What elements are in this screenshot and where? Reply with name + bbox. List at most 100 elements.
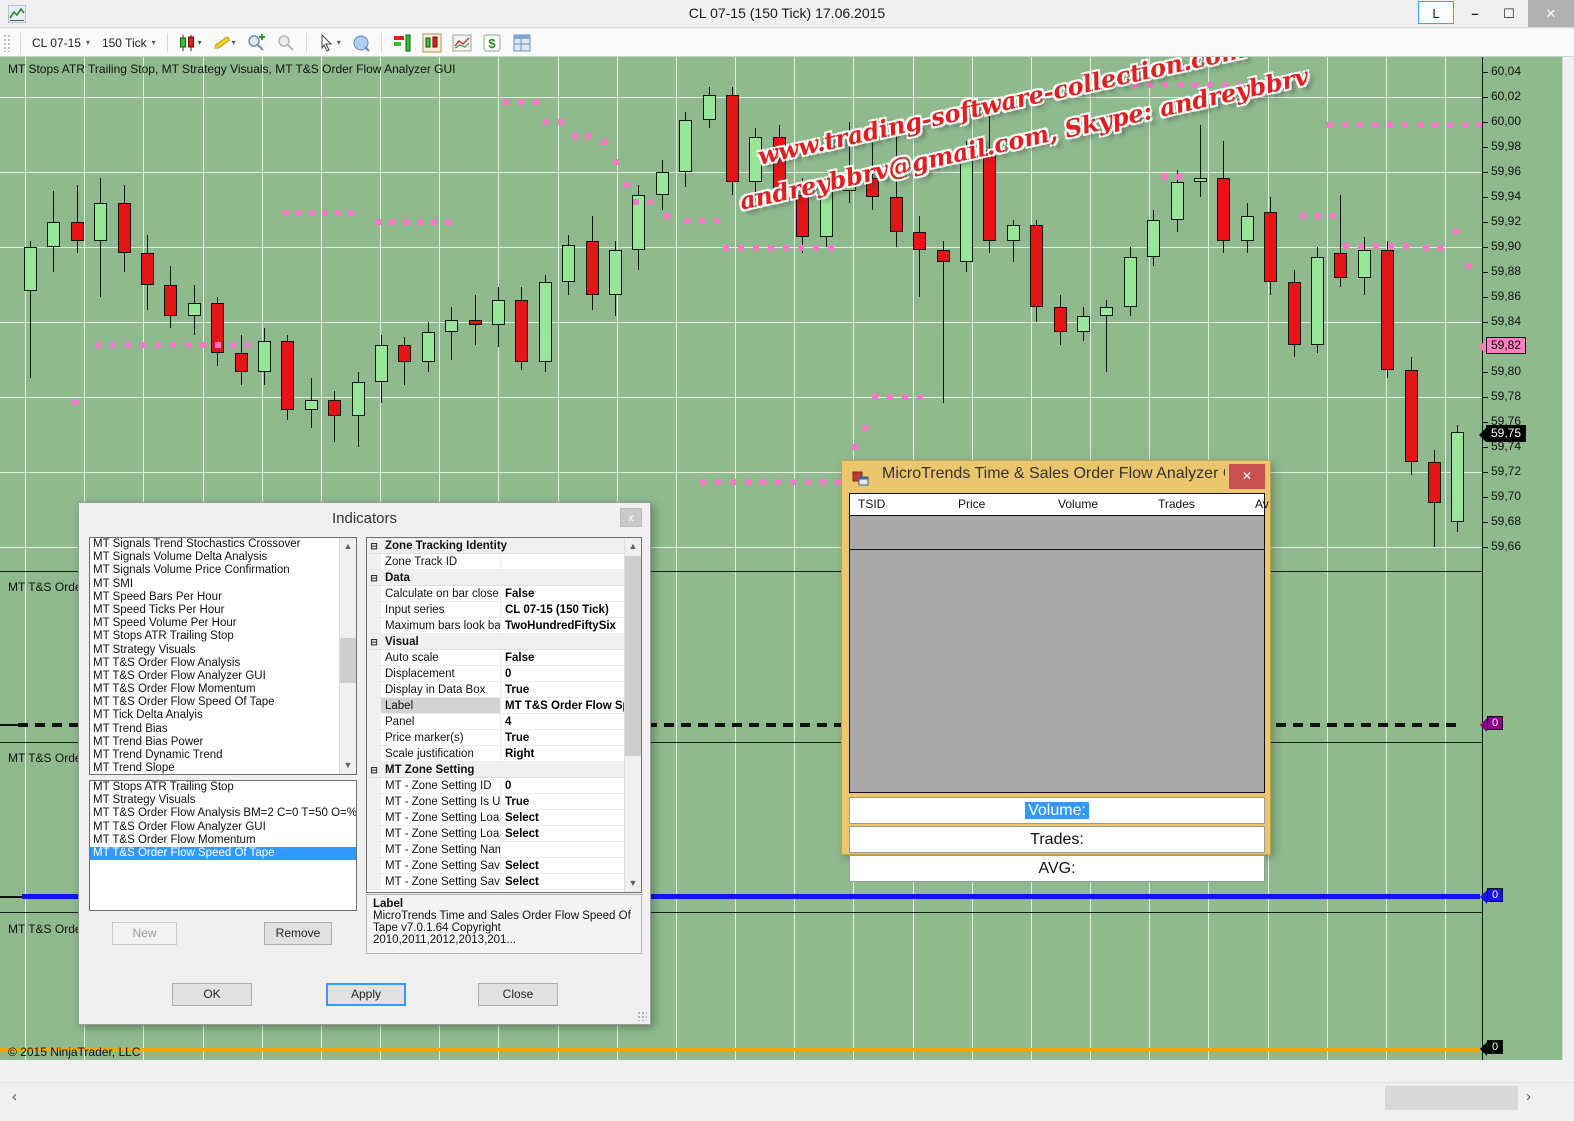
- list-item[interactable]: MT T&S Order Flow Momentum: [90, 683, 339, 696]
- available-indicators-list[interactable]: MT Signals Trend Stochastics CrossoverMT…: [89, 537, 357, 775]
- property-value[interactable]: False: [501, 650, 624, 665]
- list-item[interactable]: MT Trend Bias Power: [90, 736, 339, 749]
- property-grid[interactable]: ⊟Zone Tracking IdentityZone Track ID⊟Dat…: [366, 537, 642, 893]
- property-row[interactable]: MT - Zone Setting LoaSelect: [367, 810, 624, 826]
- toolbar-grip[interactable]: [3, 34, 11, 52]
- footer-row[interactable]: Trades:: [849, 826, 1265, 853]
- scrollbar-thumb[interactable]: [340, 638, 356, 683]
- list-item[interactable]: MT Signals Volume Delta Analysis: [90, 551, 339, 564]
- property-value[interactable]: 4: [501, 714, 624, 729]
- property-group[interactable]: ⊟Zone Tracking Identity: [367, 538, 624, 554]
- price-axis[interactable]: 60,0460,0260,0059,9859,9659,9459,9259,90…: [1482, 57, 1562, 1060]
- crosshair-button[interactable]: [347, 31, 375, 55]
- footer-row[interactable]: Volume:: [849, 797, 1265, 824]
- property-value[interactable]: MT T&S Order Flow Sp: [501, 698, 624, 713]
- property-group[interactable]: ⊟MT Zone Setting: [367, 762, 624, 778]
- close-button[interactable]: Close: [478, 983, 558, 1006]
- list-item[interactable]: MT Signals Trend Stochastics Crossover: [90, 538, 339, 551]
- collapse-icon[interactable]: ⊟: [367, 634, 381, 649]
- list-item[interactable]: MT Stops ATR Trailing Stop: [90, 781, 356, 794]
- property-grid-scrollbar[interactable]: ▲ ▼: [624, 538, 641, 892]
- scroll-left-icon[interactable]: ‹: [12, 1088, 17, 1105]
- property-row[interactable]: Displacement0: [367, 666, 624, 682]
- property-value[interactable]: Select: [501, 858, 624, 873]
- list-item[interactable]: MT Speed Bars Per Hour: [90, 591, 339, 604]
- list-item[interactable]: MT Trend Dynamic Trend: [90, 749, 339, 762]
- property-row[interactable]: Zone Track ID: [367, 554, 624, 570]
- line-chart-button[interactable]: [448, 31, 476, 55]
- list-item[interactable]: MT Tick Delta Analyis: [90, 709, 339, 722]
- maximize-button[interactable]: ☐: [1494, 2, 1524, 26]
- property-value[interactable]: True: [501, 730, 624, 745]
- list-item[interactable]: MT T&S Order Flow Speed Of Tape: [90, 847, 356, 860]
- property-row[interactable]: Auto scaleFalse: [367, 650, 624, 666]
- list-item[interactable]: MT Trend Bias: [90, 723, 339, 736]
- chart-window-button[interactable]: [418, 31, 446, 55]
- list-item[interactable]: MT Trend Slope: [90, 762, 339, 775]
- scroll-down-icon[interactable]: ▼: [625, 875, 641, 892]
- property-row[interactable]: MT - Zone Setting Is UTrue: [367, 794, 624, 810]
- chart-style-button[interactable]: ▾: [174, 31, 206, 55]
- instrument-selector[interactable]: CL 07-15 ▾: [26, 34, 96, 52]
- zoom-out-button[interactable]: [272, 31, 300, 55]
- scrollbar-thumb[interactable]: [625, 556, 641, 756]
- list-item[interactable]: MT Signals Volume Price Confirmation: [90, 564, 339, 577]
- property-value[interactable]: Select: [501, 874, 624, 889]
- collapse-icon[interactable]: ⊟: [367, 538, 381, 553]
- cursor-tool-button[interactable]: ▾: [313, 31, 345, 55]
- minimize-button[interactable]: –: [1460, 2, 1490, 26]
- list-item[interactable]: MT Strategy Visuals: [90, 644, 339, 657]
- property-row[interactable]: MT - Zone Setting ID0: [367, 778, 624, 794]
- list-item[interactable]: MT Speed Volume Per Hour: [90, 617, 339, 630]
- list-scrollbar[interactable]: ▲ ▼: [339, 538, 356, 774]
- property-row[interactable]: Scale justificationRight: [367, 746, 624, 762]
- scroll-up-icon[interactable]: ▲: [340, 538, 356, 555]
- property-row[interactable]: LabelMT T&S Order Flow Sp: [367, 698, 624, 714]
- remove-button[interactable]: Remove: [264, 922, 332, 945]
- list-item[interactable]: MT T&S Order Flow Analysis: [90, 657, 339, 670]
- scrollbar-thumb[interactable]: [1385, 1086, 1518, 1110]
- list-item[interactable]: MT T&S Order Flow Analyzer GUI: [90, 821, 356, 834]
- property-value[interactable]: Select: [501, 826, 624, 841]
- list-item[interactable]: MT SMI: [90, 578, 339, 591]
- data-grid-button[interactable]: [508, 31, 536, 55]
- link-button[interactable]: L: [1418, 1, 1454, 24]
- list-item[interactable]: MT T&S Order Flow Analyzer GUI: [90, 670, 339, 683]
- list-item[interactable]: MT T&S Order Flow Analysis BM=2 C=0 T=50…: [90, 807, 356, 820]
- collapse-icon[interactable]: ⊟: [367, 570, 381, 585]
- close-button[interactable]: ✕: [1528, 0, 1574, 27]
- list-item[interactable]: MT Speed Ticks Per Hour: [90, 604, 339, 617]
- property-row[interactable]: MT - Zone Setting SavSelect: [367, 858, 624, 874]
- property-value[interactable]: 0: [501, 778, 624, 793]
- market-analyzer-button[interactable]: [388, 31, 416, 55]
- property-row[interactable]: Display in Data BoxTrue: [367, 682, 624, 698]
- new-button[interactable]: New: [112, 922, 177, 945]
- drawing-tools-button[interactable]: ▾: [208, 31, 240, 55]
- property-value[interactable]: Right: [501, 746, 624, 761]
- configured-indicators-list[interactable]: MT Stops ATR Trailing StopMT Strategy Vi…: [89, 780, 357, 911]
- property-group[interactable]: ⊟Visual: [367, 634, 624, 650]
- apply-button[interactable]: Apply: [326, 983, 406, 1006]
- property-row[interactable]: MT - Zone Setting SavSelect: [367, 874, 624, 890]
- property-row[interactable]: Calculate on bar closeFalse: [367, 586, 624, 602]
- property-row[interactable]: Price marker(s)True: [367, 730, 624, 746]
- interval-selector[interactable]: 150 Tick ▾: [96, 34, 162, 52]
- property-row[interactable]: MT - Zone Setting Nam: [367, 842, 624, 858]
- list-item[interactable]: MT Strategy Visuals: [90, 794, 356, 807]
- account-button[interactable]: $: [478, 31, 506, 55]
- resize-grip[interactable]: [637, 1011, 647, 1021]
- property-row[interactable]: MT - Zone Setting LoaSelect: [367, 826, 624, 842]
- list-item[interactable]: MT T&S Order Flow Speed Of Tape: [90, 696, 339, 709]
- property-value[interactable]: [501, 554, 624, 569]
- horizontal-scrollbar[interactable]: ‹ ›: [0, 1082, 1574, 1112]
- property-row[interactable]: Input seriesCL 07-15 (150 Tick): [367, 602, 624, 618]
- scroll-right-icon[interactable]: ›: [1526, 1088, 1531, 1105]
- footer-row[interactable]: AVG:: [849, 855, 1265, 882]
- list-item[interactable]: MT Stops ATR Trailing Stop: [90, 630, 339, 643]
- list-item[interactable]: MT T&S Order Flow Momentum: [90, 834, 356, 847]
- property-row[interactable]: Maximum bars look baTwoHundredFiftySix: [367, 618, 624, 634]
- collapse-icon[interactable]: ⊟: [367, 762, 381, 777]
- property-value[interactable]: [501, 842, 624, 857]
- property-value[interactable]: False: [501, 586, 624, 601]
- scroll-down-icon[interactable]: ▼: [340, 757, 356, 774]
